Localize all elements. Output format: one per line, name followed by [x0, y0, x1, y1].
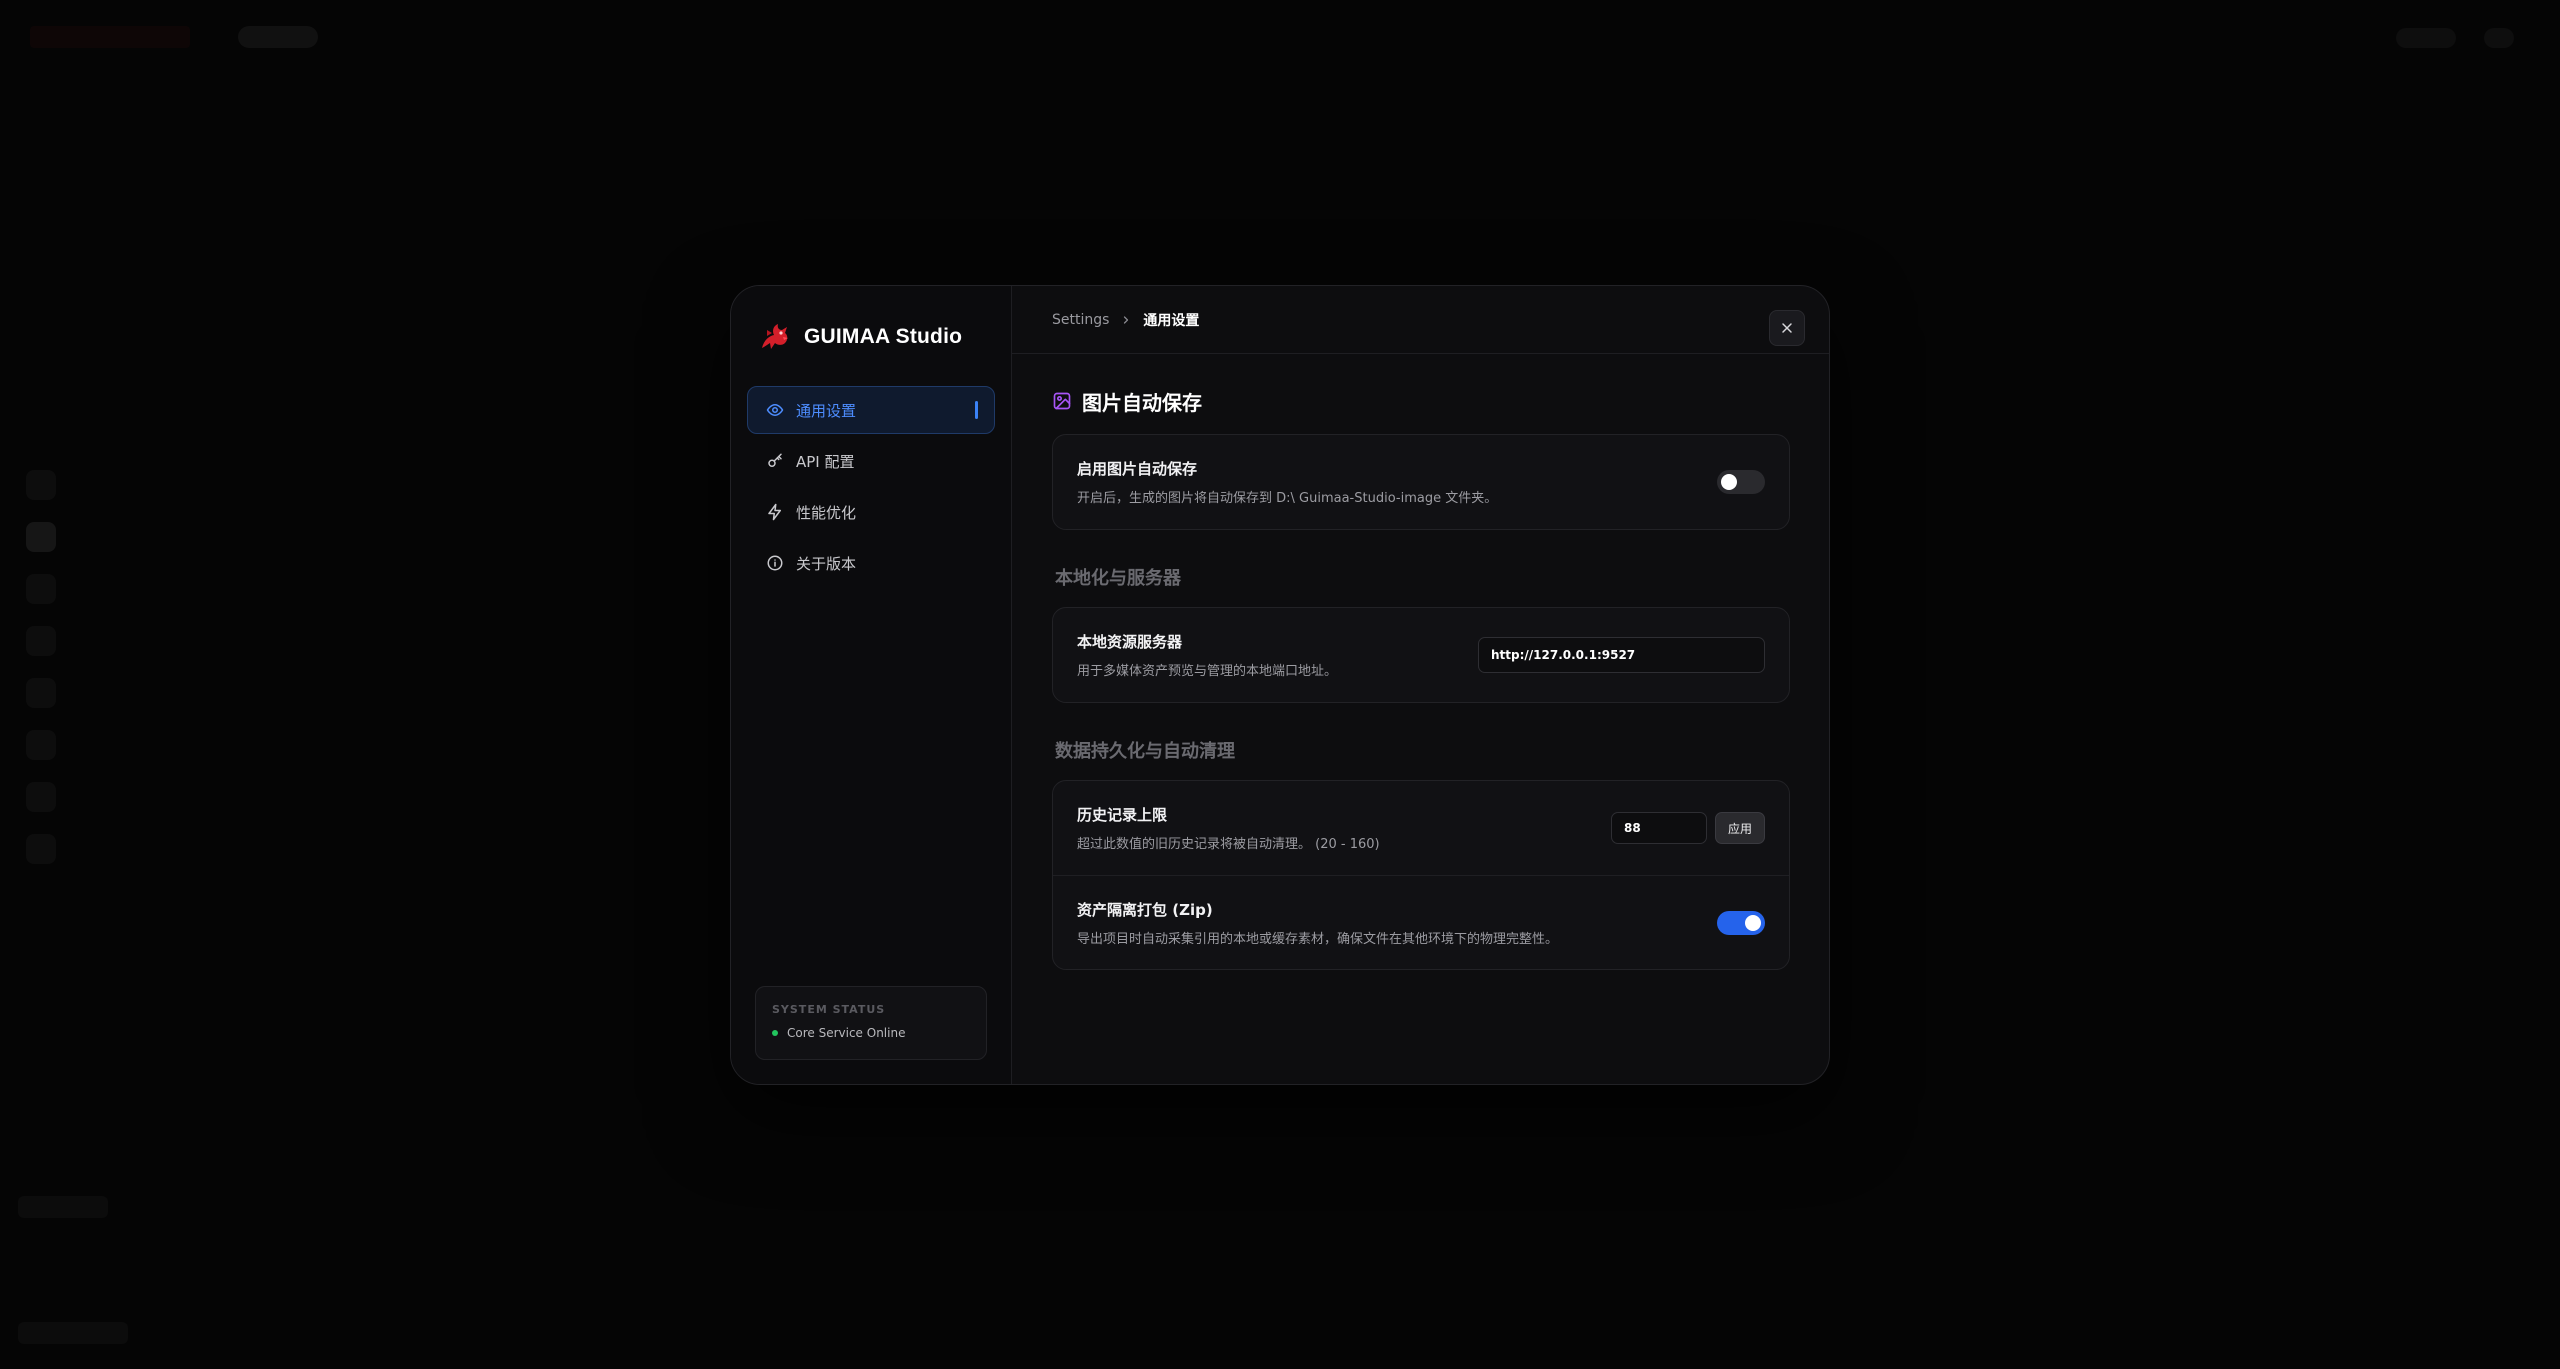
active-indicator [975, 401, 978, 419]
background-rail-icon [26, 522, 56, 552]
background-control [2484, 28, 2514, 48]
close-icon [1782, 323, 1792, 333]
row-title: 启用图片自动保存 [1077, 460, 1198, 478]
background-control [2396, 28, 2456, 48]
row-description: 开启后，生成的图片将自动保存到 D:\ Guimaa-Studio-image … [1077, 491, 1498, 506]
breadcrumb-root[interactable]: Settings [1052, 312, 1109, 328]
background-rail [26, 470, 60, 886]
background-rail-icon [26, 574, 56, 604]
info-icon [767, 555, 783, 571]
section-title-image-autosave: 图片自动保存 [1052, 386, 1790, 416]
system-status-card: SYSTEM STATUS Core Service Online [755, 986, 987, 1060]
background-rail-icon [26, 626, 56, 656]
close-button[interactable] [1769, 310, 1805, 346]
history-limit-input[interactable] [1611, 812, 1707, 844]
background-footer-item [18, 1322, 128, 1344]
chevron-right-icon [1120, 314, 1132, 326]
section-title-localization: 本地化与服务器 [1055, 568, 1181, 589]
background-rail-icon [26, 834, 56, 864]
sidebar-item-about[interactable]: 关于版本 [747, 539, 995, 587]
image-autosave-toggle[interactable] [1717, 470, 1765, 494]
sidebar-item-api[interactable]: API 配置 [747, 437, 995, 485]
sidebar-item-performance[interactable]: 性能优化 [747, 488, 995, 536]
background-logo [30, 26, 190, 48]
system-status-title: SYSTEM STATUS [772, 1003, 886, 1016]
row-title: 历史记录上限 [1077, 806, 1168, 824]
system-status-row: Core Service Online [772, 1026, 970, 1040]
background-rail-icon [26, 730, 56, 760]
zip-packaging-row: 资产隔离打包 (Zip) 导出项目时自动采集引用的本地或缓存素材，确保文件在其他… [1053, 875, 1789, 969]
settings-content: 图片自动保存 启用图片自动保存 开启后，生成的图片将自动保存到 D:\ Guim… [1052, 386, 1790, 970]
breadcrumb-current: 通用设置 [1143, 312, 1200, 329]
persistence-card: 历史记录上限 超过此数值的旧历史记录将被自动清理。 (20 - 160) 应用 … [1052, 780, 1790, 970]
brand: GUIMAA Studio [755, 318, 962, 356]
toggle-knob [1721, 474, 1737, 490]
brand-name: GUIMAA Studio [804, 325, 963, 348]
settings-nav: 通用设置 API 配置 性能优化 关于版本 [747, 386, 995, 590]
row-text: 历史记录上限 超过此数值的旧历史记录将被自动清理。 (20 - 160) [1077, 804, 1380, 852]
history-limit-row: 历史记录上限 超过此数值的旧历史记录将被自动清理。 (20 - 160) 应用 [1053, 781, 1789, 875]
toggle-knob [1745, 914, 1761, 931]
background-topbar [0, 0, 2560, 78]
red-dragon-logo-icon [755, 318, 793, 356]
lightning-icon [768, 503, 781, 521]
image-icon [1053, 392, 1071, 410]
zip-packaging-toggle[interactable] [1717, 910, 1765, 935]
status-online-dot-icon [772, 1030, 778, 1036]
key-icon [768, 453, 782, 467]
local-server-row: 本地资源服务器 用于多媒体资产预览与管理的本地端口地址。 [1053, 608, 1789, 702]
row-text: 资产隔离打包 (Zip) 导出项目时自动采集引用的本地或缓存素材，确保文件在其他… [1077, 899, 1558, 947]
section-title-persistence: 数据持久化与自动清理 [1055, 741, 1235, 762]
background-rail-icon [26, 782, 56, 812]
background-rail-icon [26, 470, 56, 500]
row-title: 本地资源服务器 [1077, 633, 1183, 651]
row-text: 启用图片自动保存 开启后，生成的图片将自动保存到 D:\ Guimaa-Stud… [1077, 458, 1497, 506]
sidebar-item-label: 关于版本 [796, 554, 857, 573]
row-description: 导出项目时自动采集引用的本地或缓存素材，确保文件在其他环境下的物理完整性。 [1077, 931, 1559, 947]
eye-icon [766, 404, 784, 416]
apply-button[interactable]: 应用 [1715, 812, 1765, 844]
sidebar-item-label: 性能优化 [796, 503, 857, 522]
section-title-text: 图片自动保存 [1082, 390, 1202, 415]
row-description: 用于多媒体资产预览与管理的本地端口地址。 [1077, 664, 1338, 679]
sidebar-item-label: 通用设置 [796, 401, 857, 420]
background-footer-item [18, 1196, 108, 1218]
local-server-url-input[interactable] [1478, 637, 1765, 673]
image-autosave-card: 启用图片自动保存 开启后，生成的图片将自动保存到 D:\ Guimaa-Stud… [1052, 434, 1790, 530]
settings-sidebar: GUIMAA Studio 通用设置 API 配置 性能优化 关于版本 SYST… [731, 286, 1012, 1084]
sidebar-item-label: API 配置 [796, 452, 855, 471]
row-text: 本地资源服务器 用于多媒体资产预览与管理的本地端口地址。 [1077, 631, 1337, 679]
sidebar-item-general[interactable]: 通用设置 [747, 386, 995, 434]
history-limit-controls: 应用 [1611, 812, 1765, 844]
settings-main: Settings 通用设置 图片自动保存 启用图片自动保存 开启后，生成的图片将… [1012, 286, 1829, 1084]
settings-header: Settings 通用设置 [1012, 286, 1829, 354]
row-description: 超过此数值的旧历史记录将被自动清理。 (20 - 160) [1077, 837, 1380, 852]
localization-card: 本地资源服务器 用于多媒体资产预览与管理的本地端口地址。 [1052, 607, 1790, 703]
background-tab [238, 26, 318, 48]
settings-modal: GUIMAA Studio 通用设置 API 配置 性能优化 关于版本 SYST… [730, 285, 1830, 1085]
system-status-text: Core Service Online [787, 1026, 906, 1040]
row-title: 资产隔离打包 (Zip) [1077, 900, 1213, 919]
image-autosave-row: 启用图片自动保存 开启后，生成的图片将自动保存到 D:\ Guimaa-Stud… [1053, 435, 1789, 529]
background-rail-icon [26, 678, 56, 708]
